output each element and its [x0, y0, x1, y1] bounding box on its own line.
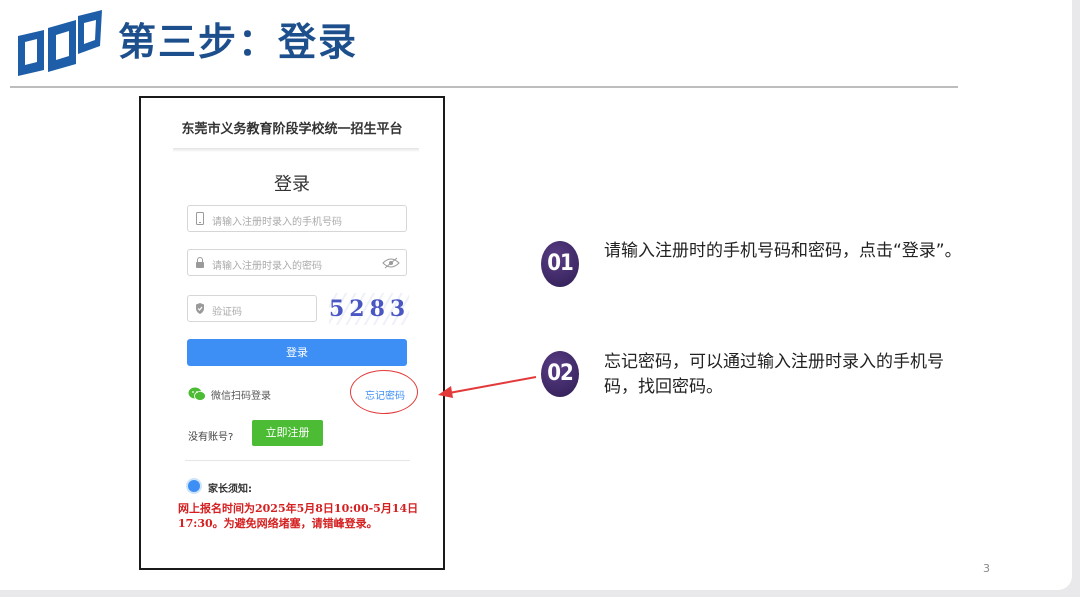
step-text-01: 请输入注册时的手机号码和密码，点击“登录”。: [604, 241, 962, 261]
eye-icon[interactable]: [382, 257, 400, 269]
captcha-image[interactable]: 5283: [329, 293, 409, 325]
no-account-label: 没有账号?: [188, 432, 234, 443]
wechat-login-link[interactable]: 微信扫码登录: [211, 387, 271, 402]
logo-icon: [18, 10, 102, 76]
slide: 第三步：登录 东莞市义务教育阶段学校统一招生平台 登录 请输入注册时录入的手机号…: [0, 0, 1072, 590]
notice-icon: [188, 480, 200, 492]
wechat-icon[interactable]: [188, 387, 206, 401]
phone-input[interactable]: 请输入注册时录入的手机号码: [187, 205, 407, 232]
password-placeholder: 请输入注册时录入的密码: [212, 261, 322, 272]
highlight-circle: [350, 370, 418, 414]
page-number: 3: [983, 562, 990, 575]
notice-title: 家长须知:: [208, 484, 252, 495]
lock-icon: [196, 257, 204, 268]
login-heading: 登录: [274, 174, 310, 195]
register-button[interactable]: 立即注册: [252, 420, 323, 446]
captcha-input[interactable]: 验证码: [187, 295, 317, 322]
title-divider: [10, 86, 958, 88]
step-badge-01: 01: [541, 241, 579, 287]
login-button[interactable]: 登录: [187, 339, 407, 366]
phone-screenshot: 东莞市义务教育阶段学校统一招生平台 登录 请输入注册时录入的手机号码 请输入注册…: [139, 96, 445, 570]
phone-placeholder: 请输入注册时录入的手机号码: [212, 217, 342, 228]
captcha-placeholder: 验证码: [212, 307, 242, 318]
password-input[interactable]: 请输入注册时录入的密码: [187, 249, 407, 276]
step-text-02: 忘记密码，可以通过输入注册时录入的手机号码，找回密码。: [604, 352, 944, 397]
page-title: 第三步：登录: [118, 20, 359, 64]
shield-icon: [196, 303, 204, 314]
notice-text: 网上报名时间为2025年5月8日10:00-5月14日17:30。为避免网络堵塞…: [178, 502, 419, 530]
header-shadow: [173, 148, 419, 152]
platform-name: 东莞市义务教育阶段学校统一招生平台: [181, 122, 403, 137]
step-badge-02: 02: [541, 351, 579, 397]
divider: [185, 460, 410, 461]
phone-icon: [196, 212, 204, 225]
